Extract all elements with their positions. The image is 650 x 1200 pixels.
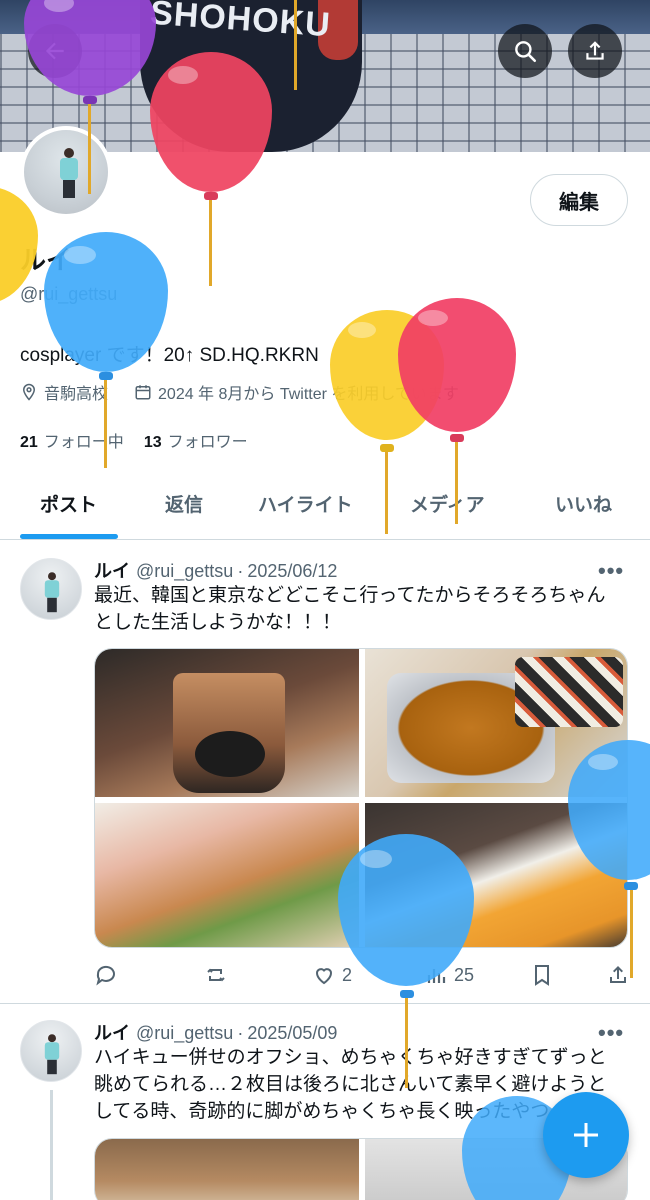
avatar-figure	[58, 148, 80, 200]
share-post-button[interactable]	[606, 963, 630, 987]
share-icon	[586, 41, 604, 60]
following-label: フォロー中	[43, 434, 124, 451]
post-header: ルイ @rui_gettsu · 2025/05/09	[94, 1019, 337, 1045]
following-link[interactable]: 21 フォロー中	[20, 428, 124, 452]
location-pin-icon	[22, 383, 36, 401]
location-text: 音駒高校	[44, 386, 109, 403]
share-button[interactable]	[568, 24, 622, 78]
repost-icon	[207, 968, 225, 982]
post-author-handle[interactable]: @rui_gettsu	[136, 561, 233, 581]
avatar-figure	[43, 1034, 61, 1076]
tab-replies[interactable]: 返信	[165, 490, 203, 517]
bookmark-icon	[535, 965, 549, 986]
reply-icon	[96, 965, 115, 986]
tab-highlights[interactable]: ハイライト	[258, 490, 353, 517]
profile-tabs: ポスト 返信 ハイライト メディア いいね	[0, 466, 650, 540]
views-count: 25	[454, 964, 475, 985]
tab-posts[interactable]: ポスト	[40, 490, 97, 517]
post-separator: ·	[237, 561, 244, 581]
followers-label: フォロワー	[167, 434, 248, 451]
post-separator: ·	[237, 1023, 244, 1043]
thread-line	[50, 1090, 53, 1200]
post-text: 最近、韓国と東京などどこそこ行ってたからそろそろちゃんとした生活しようかな！！！	[94, 585, 606, 633]
search-button[interactable]	[498, 24, 552, 78]
post-header: ルイ @rui_gettsu · 2025/06/12	[94, 557, 337, 583]
post-avatar[interactable]	[20, 558, 82, 620]
post-author-handle[interactable]: @rui_gettsu	[136, 1023, 233, 1043]
post-more-icon[interactable]: •••	[598, 558, 628, 583]
share-icon	[610, 966, 626, 983]
search-icon	[515, 41, 537, 63]
post-photo-gym[interactable]	[95, 1139, 359, 1200]
post-divider	[0, 1003, 650, 1004]
tab-likes[interactable]: いいね	[555, 490, 612, 517]
edit-profile-button[interactable]: 編集	[530, 174, 628, 226]
bookmark-button[interactable]	[530, 963, 554, 987]
follow-stats: 21 フォロー中 13 フォロワー	[20, 428, 268, 452]
following-count: 21	[20, 434, 38, 451]
post-photo-platter[interactable]	[95, 803, 359, 947]
followers-link[interactable]: 13 フォロワー	[144, 428, 248, 452]
tab-media[interactable]: メディア	[410, 490, 485, 517]
compose-button[interactable]	[543, 1092, 629, 1178]
plus-icon	[574, 1123, 598, 1147]
tab-active-indicator	[20, 534, 118, 539]
calendar-icon	[135, 385, 151, 400]
post-avatar[interactable]	[20, 1020, 82, 1082]
post-photo-coffee[interactable]	[95, 649, 359, 797]
profile-avatar[interactable]	[20, 126, 112, 218]
heart-icon	[315, 968, 333, 985]
post-author-name[interactable]: ルイ	[94, 561, 130, 581]
location: 音駒高校	[20, 380, 108, 404]
reply-button[interactable]	[94, 963, 118, 987]
post-author-name[interactable]: ルイ	[94, 1023, 130, 1043]
like-count: 2	[342, 964, 353, 985]
post-more-icon[interactable]: •••	[598, 1020, 628, 1045]
followers-count: 13	[143, 434, 162, 451]
avatar-figure	[43, 572, 61, 614]
repost-button[interactable]	[204, 963, 228, 987]
like-button[interactable]: 2	[312, 963, 352, 987]
post-date[interactable]: 2025/06/12	[247, 561, 337, 581]
post-date[interactable]: 2025/05/09	[247, 1023, 337, 1043]
